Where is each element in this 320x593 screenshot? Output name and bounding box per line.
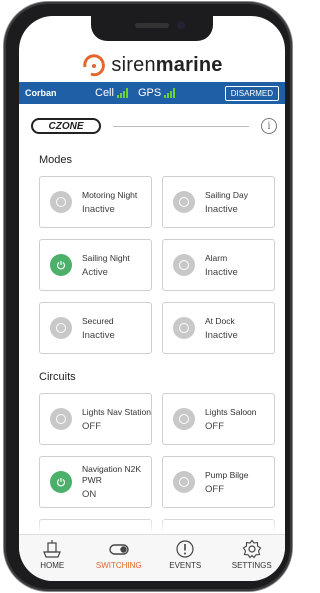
card-state: OFF (205, 483, 224, 495)
circuit-card[interactable]: Navigation N2K PWR ON (39, 456, 152, 508)
nav-home[interactable]: HOME (22, 539, 82, 570)
power-toggle-icon[interactable] (50, 471, 72, 493)
power-toggle-icon[interactable] (50, 191, 72, 213)
power-toggle-icon[interactable] (173, 408, 195, 430)
toggle-icon (109, 544, 129, 555)
power-toggle-icon[interactable] (173, 317, 195, 339)
czone-bar: CZONE i (31, 115, 277, 137)
circuit-card[interactable]: Lights Saloon OFF (162, 393, 275, 445)
nav-settings-label: SETTINGS (231, 561, 272, 570)
card-state: Inactive (205, 329, 238, 341)
card-state: Inactive (82, 329, 115, 341)
bottom-nav: HOME SWITCHING EVENTS SETTINGS (19, 534, 285, 581)
card-state: OFF (205, 420, 224, 432)
power-toggle-icon[interactable] (50, 408, 72, 430)
device-notch (91, 16, 213, 41)
mode-card[interactable]: Secured Inactive (39, 302, 152, 354)
mode-card[interactable]: Alarm Inactive (162, 239, 275, 291)
circuits-title: Circuits (39, 371, 76, 383)
gps-signal: GPS (138, 87, 176, 99)
card-name: Alarm (205, 252, 228, 263)
gps-signal-icon (164, 88, 176, 98)
gear-icon (242, 539, 262, 559)
circuit-card[interactable]: Lights Nav Station OFF (39, 393, 152, 445)
disarmed-button[interactable]: DISARMED (224, 85, 279, 101)
card-name: Navigation N2K PWR (82, 464, 142, 485)
phone-frame: sirenmarine Corban Cell GPS DISARMED CZO… (4, 2, 292, 591)
card-state: Active (82, 266, 108, 278)
card-name: Motoring Night (82, 189, 138, 200)
cell-signal-icon (116, 88, 128, 98)
power-toggle-icon[interactable] (173, 191, 195, 213)
mode-card[interactable]: Sailing Day Inactive (162, 176, 275, 228)
nav-events[interactable]: EVENTS (155, 539, 215, 570)
nav-home-label: HOME (40, 561, 65, 570)
mode-card[interactable]: At Dock Inactive (162, 302, 275, 354)
card-name: Pump Bilge (205, 469, 249, 480)
mode-card[interactable]: Sailing Night Active (39, 239, 152, 291)
status-bar: Corban Cell GPS DISARMED (19, 82, 285, 104)
card-state: OFF (82, 420, 101, 432)
app-screen: sirenmarine Corban Cell GPS DISARMED CZO… (19, 16, 285, 581)
card-state: Inactive (205, 203, 238, 215)
power-toggle-icon[interactable] (50, 317, 72, 339)
card-name: Sailing Night (82, 252, 130, 263)
alert-icon (176, 540, 194, 558)
boat-icon (43, 540, 62, 558)
card-state: Inactive (205, 266, 238, 278)
siren-logo-icon (83, 54, 106, 77)
power-toggle-icon[interactable] (173, 254, 195, 276)
card-name: Lights Saloon (205, 406, 257, 417)
card-name: Secured (82, 315, 114, 326)
divider (113, 125, 249, 127)
circuit-card[interactable]: Pump Bilge OFF (162, 456, 275, 508)
power-toggle-icon[interactable] (173, 471, 195, 493)
brand-name: sirenmarine (111, 53, 223, 76)
power-toggle-icon[interactable] (50, 254, 72, 276)
nav-settings[interactable]: SETTINGS (222, 539, 282, 570)
mode-card[interactable]: Motoring Night Inactive (39, 176, 152, 228)
card-state: Inactive (82, 203, 115, 215)
card-state: ON (82, 489, 97, 500)
modes-title: Modes (39, 154, 73, 166)
info-icon[interactable]: i (261, 118, 277, 134)
czone-logo: CZONE (31, 118, 101, 134)
card-name: Sailing Day (205, 189, 248, 200)
scroll-fade (19, 516, 285, 534)
card-name: At Dock (205, 315, 235, 326)
nav-switching-label: SWITCHING (95, 561, 142, 570)
nav-events-label: EVENTS (169, 561, 202, 570)
nav-switching[interactable]: SWITCHING (89, 539, 149, 570)
brand-header: sirenmarine (19, 50, 285, 80)
vessel-name: Corban (25, 88, 57, 98)
cell-signal: Cell (95, 87, 128, 99)
card-name: Lights Nav Station (82, 406, 151, 417)
